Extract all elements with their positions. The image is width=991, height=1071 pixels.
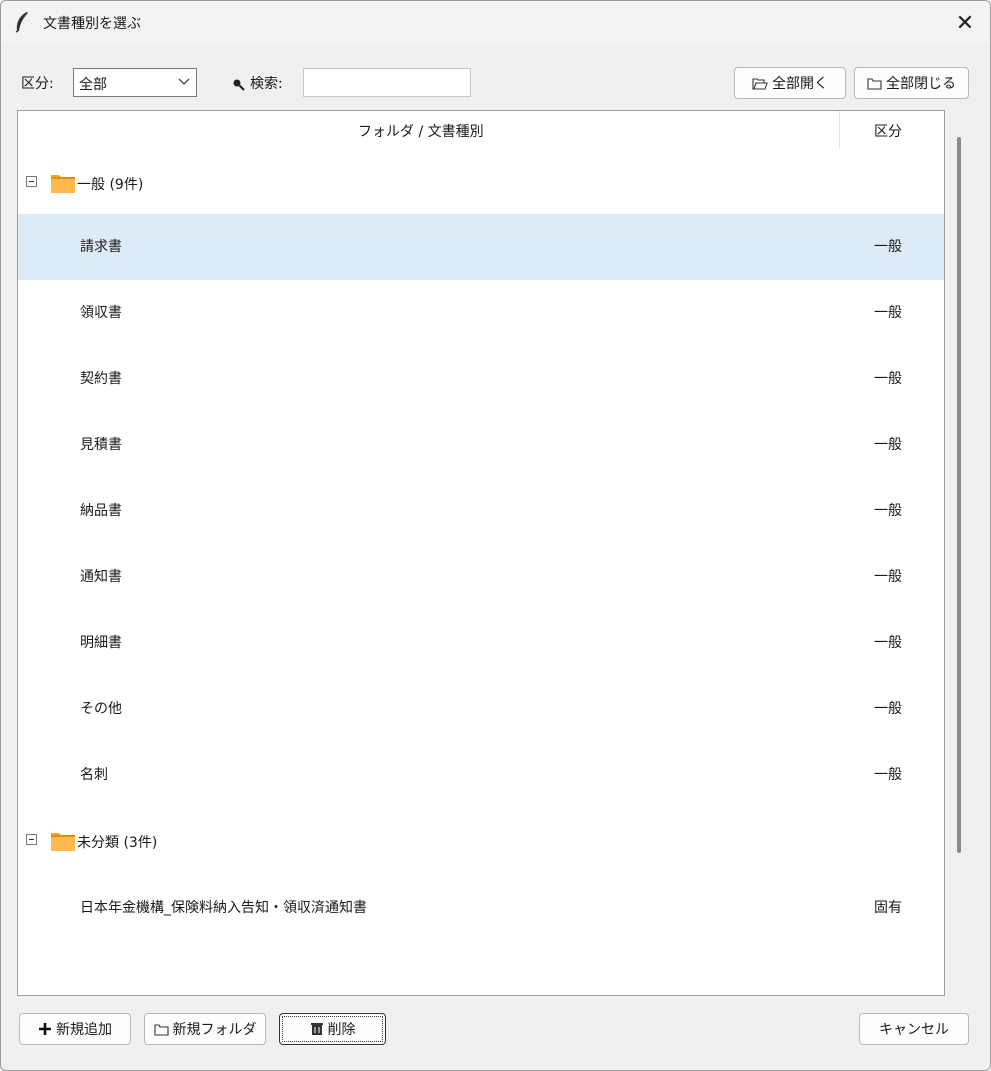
table-row[interactable]: 契約書 一般 (18, 346, 944, 412)
table-row[interactable]: 納品書 一般 (18, 478, 944, 544)
doc-type-category: 固有 (874, 900, 902, 916)
magnifier-icon (233, 79, 245, 91)
folder-row-uncategorized[interactable]: 未分類 (3件) (18, 823, 944, 859)
doc-type-name: 納品書 (80, 503, 122, 519)
add-new-label: 新規追加 (56, 1022, 112, 1038)
doc-type-category: 一般 (874, 503, 902, 519)
folder-icon (51, 833, 75, 851)
table-row[interactable]: 日本年金機構_保険料納入告知・領収済通知書 固有 (18, 875, 944, 941)
doc-type-name: 明細書 (80, 635, 122, 651)
close-button[interactable]: ✕ (940, 1, 990, 45)
column-header-category[interactable]: 区分 (874, 121, 902, 141)
doc-type-category: 一般 (874, 305, 902, 321)
doc-type-name: 領収書 (80, 305, 122, 321)
folder-label: 一般 (9件) (77, 177, 144, 193)
folder-icon (51, 175, 75, 193)
delete-button[interactable]: 削除 (279, 1013, 386, 1045)
search-label: 検索: (250, 76, 283, 92)
folder-icon (153, 1023, 169, 1036)
expand-all-button[interactable]: 全部開く (734, 67, 846, 99)
doc-type-category: 一般 (874, 701, 902, 717)
chevron-down-icon (178, 78, 190, 85)
cancel-label: キャンセル (879, 1022, 949, 1038)
delete-label: 削除 (327, 1022, 356, 1038)
collapse-all-button[interactable]: 全部閉じる (854, 67, 969, 99)
table-row[interactable]: その他 一般 (18, 676, 944, 742)
add-new-button[interactable]: 新規追加 (19, 1013, 131, 1045)
dialog-window: 文書種別を選ぶ ✕ 区分: 全部 検索: 全部開く 全部閉じる フォルダ / 文… (0, 0, 991, 1071)
doc-type-category: 一般 (874, 635, 902, 651)
table-row[interactable]: 請求書 一般 (18, 214, 944, 280)
folder-label: 未分類 (3件) (77, 835, 158, 851)
trash-icon (310, 1023, 323, 1035)
doc-type-category: 一般 (874, 437, 902, 453)
table-row[interactable]: 名刺 一般 (18, 742, 944, 808)
window-title: 文書種別を選ぶ (43, 16, 141, 32)
column-header-name[interactable]: フォルダ / 文書種別 (358, 121, 484, 141)
expand-all-label: 全部開く (772, 76, 828, 92)
new-folder-button[interactable]: 新規フォルダ (144, 1013, 266, 1045)
doc-type-category: 一般 (874, 767, 902, 783)
folder-row-general[interactable]: 一般 (9件) (18, 165, 944, 201)
tree-header: フォルダ / 文書種別 区分 (18, 111, 944, 149)
document-type-tree[interactable]: フォルダ / 文書種別 区分 一般 (9件) 請求書 一般 領収書 一般 契約書… (17, 110, 945, 996)
search-input[interactable] (303, 68, 471, 97)
doc-type-name: 請求書 (80, 239, 122, 255)
table-row[interactable]: 見積書 一般 (18, 412, 944, 478)
doc-type-category: 一般 (874, 371, 902, 387)
folder-open-icon (752, 77, 768, 90)
title-bar: 文書種別を選ぶ ✕ (1, 1, 990, 45)
collapse-all-label: 全部閉じる (886, 76, 956, 92)
doc-type-name: 通知書 (80, 569, 122, 585)
new-folder-label: 新規フォルダ (172, 1022, 257, 1038)
doc-type-category: 一般 (874, 239, 902, 255)
category-select[interactable]: 全部 (73, 68, 197, 97)
collapse-toggle-icon[interactable] (26, 834, 37, 845)
folder-icon (867, 77, 882, 90)
doc-type-name: 日本年金機構_保険料納入告知・領収済通知書 (80, 900, 367, 916)
table-row[interactable]: 通知書 一般 (18, 544, 944, 610)
table-row[interactable]: 明細書 一般 (18, 610, 944, 676)
category-label: 区分: (21, 76, 54, 92)
collapse-toggle-icon[interactable] (26, 176, 37, 187)
category-select-value: 全部 (79, 77, 107, 93)
table-row[interactable]: 領収書 一般 (18, 280, 944, 346)
plus-icon (39, 1023, 51, 1035)
doc-type-name: 契約書 (80, 371, 122, 387)
doc-type-category: 一般 (874, 569, 902, 585)
feather-icon (15, 12, 28, 33)
vertical-scrollbar[interactable] (957, 137, 961, 853)
doc-type-name: 名刺 (80, 767, 108, 783)
doc-type-name: その他 (80, 701, 122, 717)
column-separator[interactable] (839, 111, 840, 149)
close-icon: ✕ (955, 10, 975, 36)
doc-type-name: 見積書 (80, 437, 122, 453)
cancel-button[interactable]: キャンセル (859, 1013, 969, 1045)
